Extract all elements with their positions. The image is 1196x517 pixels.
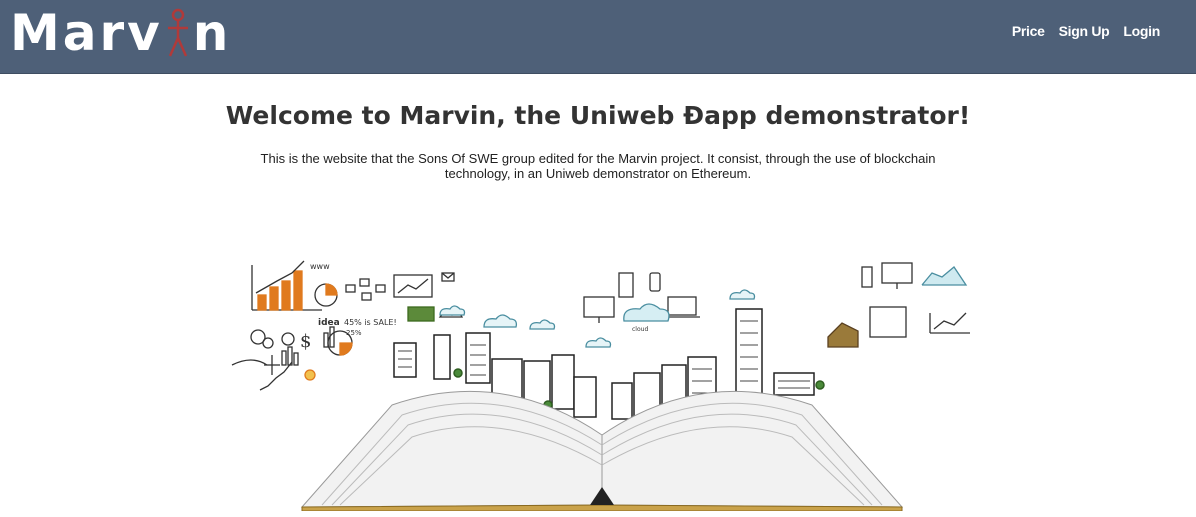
open-book-city-illustration: www idea 45% is SALE! $ 25% cloud <box>231 260 970 511</box>
brand-text-prefix: Marv <box>10 4 163 62</box>
nav-login-link[interactable]: Login <box>1123 23 1160 39</box>
open-book-icon <box>300 390 904 511</box>
home-tech-icons <box>827 262 970 348</box>
top-nav: Price Sign Up Login <box>1012 23 1160 39</box>
svg-text:$: $ <box>300 331 311 352</box>
sketch-www: www <box>310 262 330 271</box>
intro-paragraph: This is the website that the Sons Of SWE… <box>260 151 936 181</box>
brand-logo[interactable]: Marv n <box>10 2 231 64</box>
sketch-sale: 45% is SALE! <box>344 318 397 327</box>
business-sketch-icons: www idea 45% is SALE! $ 25% <box>231 260 464 391</box>
stick-figure-icon <box>167 8 188 57</box>
nav-price-link[interactable]: Price <box>1012 23 1045 39</box>
brand-text-suffix: n <box>192 4 232 62</box>
sketch-idea: idea <box>318 318 340 328</box>
navbar: Marv n Price Sign Up Login <box>0 0 1196 74</box>
nav-signup-link[interactable]: Sign Up <box>1059 23 1110 39</box>
sketch-percent: 25% <box>346 329 362 337</box>
sketch-cloud: cloud <box>632 326 648 333</box>
page-title: Welcome to Marvin, the Uniweb Đapp demon… <box>225 101 971 130</box>
